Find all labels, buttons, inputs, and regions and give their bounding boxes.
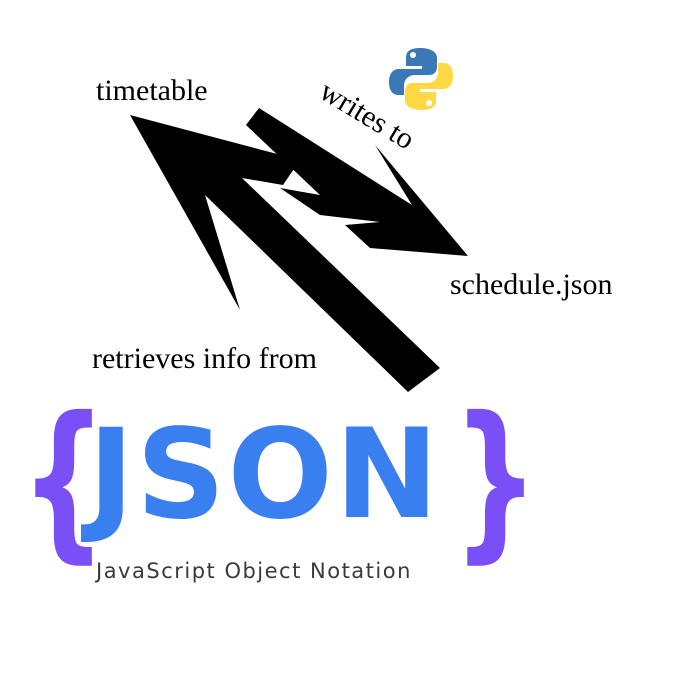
retrieves-info-label: retrieves info from bbox=[92, 342, 317, 375]
json-wordmark: JSON bbox=[88, 403, 441, 547]
json-logo: { JSON } JavaScript Object Notation bbox=[0, 395, 678, 595]
diagram-canvas: timetable writes to schedule.json retrie… bbox=[0, 0, 678, 679]
python-logo-icon bbox=[389, 48, 453, 110]
right-brace-icon: } bbox=[452, 381, 540, 579]
timetable-label: timetable bbox=[96, 74, 208, 107]
json-subtitle: JavaScript Object Notation bbox=[96, 559, 412, 583]
schedule-json-label: schedule.json bbox=[450, 268, 613, 301]
